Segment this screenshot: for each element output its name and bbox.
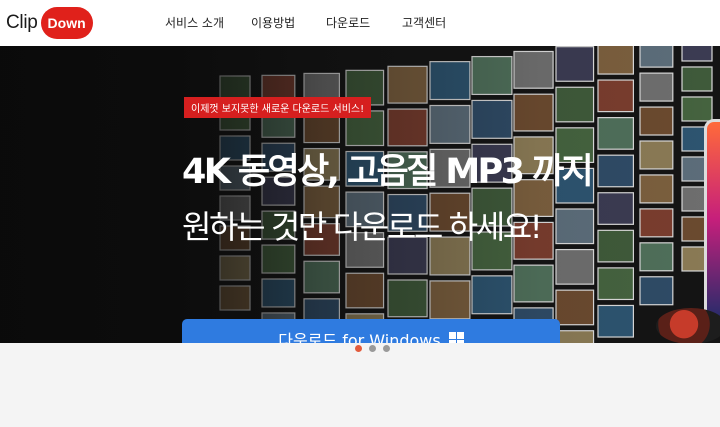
top-navbar: Clip Down 서비스 소개 이용방법 다운로드 고객센터	[0, 0, 720, 46]
logo-text-clip: Clip	[6, 12, 38, 33]
carousel-prev-arrow[interactable]	[0, 214, 3, 232]
nav-item-download[interactable]: 다운로드	[326, 14, 370, 31]
film-reel-illustration	[656, 308, 720, 343]
download-button-label: 다운로드 for Windows	[278, 331, 441, 343]
download-windows-button[interactable]: 다운로드 for Windows	[182, 319, 560, 343]
phone-illustration	[704, 119, 720, 319]
carousel-dot[interactable]	[369, 345, 376, 352]
nav-item-support[interactable]: 고객센터	[402, 14, 446, 31]
logo-text-down: Down	[40, 7, 93, 39]
windows-icon	[448, 331, 464, 343]
carousel-dot[interactable]	[355, 345, 362, 352]
page-lower-section	[0, 343, 720, 427]
hero-headline: 4K 동영상, 고음질 MP3 까지	[182, 152, 594, 192]
hero-subheadline: 원하는 것만 다운로드 하세요!	[182, 208, 543, 246]
hero-shade-overlay	[0, 46, 720, 343]
hero-banner: 이제껏 보지못한 새로운 다운로드 서비스! 4K 동영상, 고음질 MP3 까…	[0, 46, 720, 343]
clipdown-logo[interactable]: Clip Down	[6, 7, 93, 39]
carousel-dot[interactable]	[383, 345, 390, 352]
hero-badge: 이제껏 보지못한 새로운 다운로드 서비스!	[184, 97, 372, 118]
nav-item-service-intro[interactable]: 서비스 소개	[165, 14, 224, 31]
carousel-dots	[355, 345, 390, 352]
nav-item-how-to-use[interactable]: 이용방법	[251, 14, 295, 31]
